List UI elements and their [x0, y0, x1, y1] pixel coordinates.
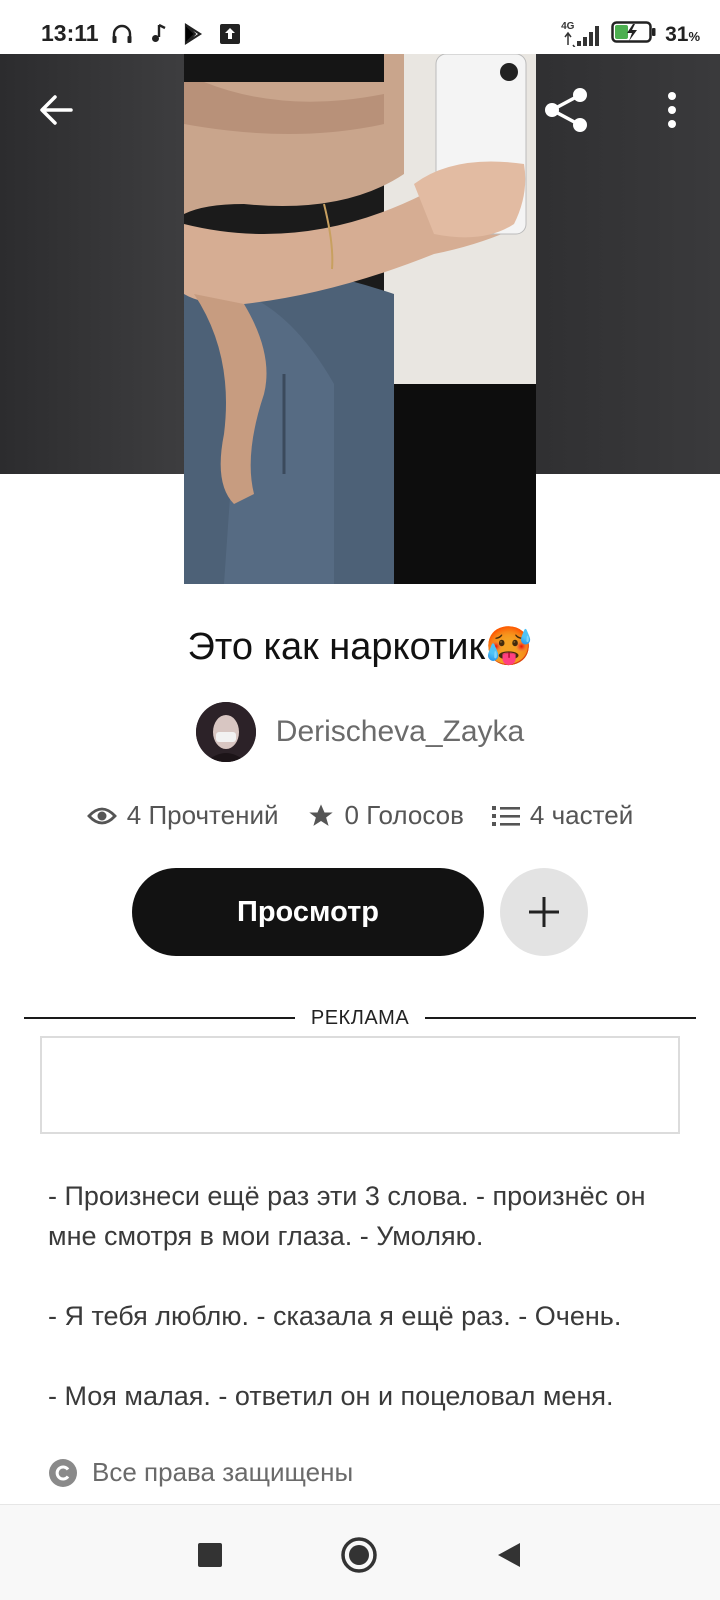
votes-count: 0 Голосов — [344, 800, 464, 830]
parts-stat: 4 частей — [491, 800, 634, 831]
read-button[interactable]: Просмотр — [132, 868, 484, 956]
status-system-icons: 4G 31% — [561, 20, 700, 49]
back-button[interactable] — [26, 80, 86, 140]
story-stats: 4 Прочтений 0 Голосов 4 частей — [0, 800, 720, 831]
share-button[interactable] — [537, 80, 597, 140]
copyright-text: Все права защищены — [92, 1457, 354, 1487]
status-notification-icons — [110, 20, 242, 48]
circle-icon — [341, 1537, 377, 1573]
votes-stat: 0 Голосов — [307, 800, 464, 831]
square-icon — [198, 1543, 222, 1567]
parts-count: 4 частей — [529, 800, 634, 830]
author-avatar[interactable] — [195, 702, 256, 762]
headphones-icon — [110, 22, 134, 46]
star-icon — [308, 803, 333, 826]
signal-icon: 4G — [561, 20, 603, 49]
reads-stat: 4 Прочтений — [86, 800, 279, 831]
network-type: 4G — [561, 20, 575, 32]
triangle-back-icon — [498, 1543, 520, 1567]
more-options-button[interactable] — [642, 80, 702, 140]
music-note-icon — [146, 22, 170, 46]
status-bar: 13:11 4G 31% — [0, 0, 720, 54]
more-vertical-icon — [668, 92, 676, 128]
copyright-row: Все права защищены — [48, 1457, 353, 1488]
description-paragraph: - Я тебя люблю. - сказала я ещё раз. - О… — [48, 1301, 622, 1331]
description-paragraph: - Произнеси ещё раз эти 3 слова. - произ… — [48, 1181, 646, 1251]
copyright-icon — [49, 1458, 77, 1487]
author-name[interactable]: Derischeva_Zayka — [276, 715, 524, 749]
reads-count: 4 Прочтений — [126, 800, 279, 830]
divider — [425, 1017, 697, 1019]
battery-percent: 31% — [665, 22, 700, 46]
battery-icon — [611, 20, 657, 49]
add-to-library-button[interactable] — [500, 868, 588, 956]
share-icon — [545, 88, 587, 132]
ad-section-header: РЕКЛАМА — [24, 1005, 697, 1031]
upload-icon — [218, 22, 242, 46]
recent-apps-button[interactable] — [188, 1533, 232, 1577]
divider — [24, 1017, 295, 1019]
eye-icon — [86, 807, 117, 824]
home-button[interactable] — [337, 1533, 381, 1577]
author-row[interactable]: Derischeva_Zayka — [0, 702, 720, 762]
story-cover-image[interactable] — [184, 54, 536, 584]
description-paragraph: - Моя малая. - ответил он и поцеловал ме… — [48, 1381, 614, 1411]
play-store-icon — [182, 22, 206, 46]
ad-label: РЕКЛАМА — [310, 1006, 410, 1029]
ad-banner[interactable] — [40, 1036, 680, 1134]
status-time: 13:11 — [41, 20, 99, 46]
arrow-left-icon — [40, 95, 73, 125]
plus-icon — [529, 897, 559, 927]
list-icon — [491, 805, 520, 826]
story-title: Это как наркотик🥵 — [187, 626, 533, 668]
back-nav-button[interactable] — [487, 1533, 531, 1577]
system-nav-bar — [0, 1504, 720, 1600]
story-description: - Произнеси ещё раз эти 3 слова. - произ… — [48, 1176, 688, 1456]
